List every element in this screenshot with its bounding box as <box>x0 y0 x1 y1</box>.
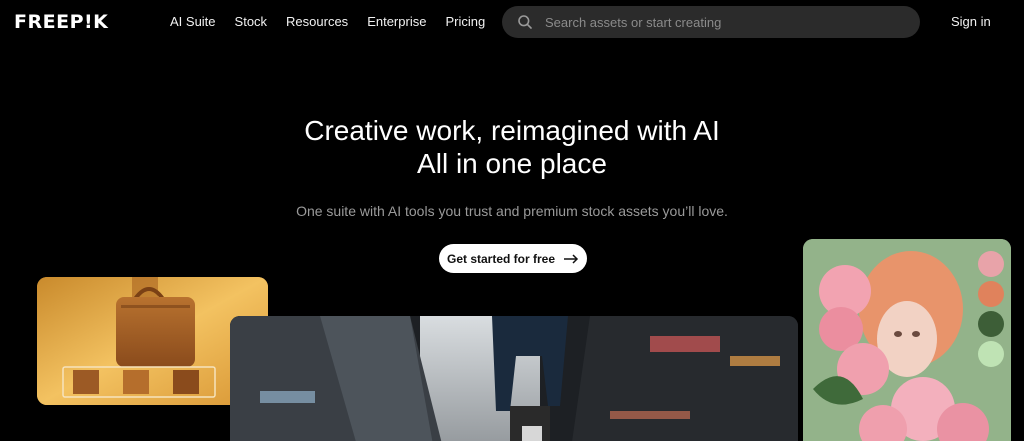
nav-item-ai-suite[interactable]: AI Suite <box>170 13 216 31</box>
nav-item-resources[interactable]: Resources <box>286 13 348 31</box>
hero-title-line-1: Creative work, reimagined with AI <box>304 115 720 146</box>
color-swatch-pink <box>978 251 1004 277</box>
get-started-label: Get started for free <box>446 251 556 266</box>
nav-item-stock[interactable]: Stock <box>235 13 268 31</box>
city-cyclist-illustration <box>230 316 798 441</box>
search-icon <box>517 14 533 30</box>
nav-item-pricing[interactable]: Pricing <box>445 13 485 31</box>
color-swatch-orange <box>978 281 1004 307</box>
color-swatch-dark-green <box>978 311 1004 337</box>
hero-title: Creative work, reimagined with AI All in… <box>0 114 1024 180</box>
freepik-logo[interactable]: FREEP!K <box>14 11 108 33</box>
nav-item-enterprise[interactable]: Enterprise <box>367 13 426 31</box>
top-nav: FREEP!K AI Suite Stock Resources Enterpr… <box>0 0 1024 44</box>
logo-text: FREEP!K <box>14 11 109 33</box>
flower-portrait-image-card[interactable] <box>803 239 1011 441</box>
cyclist-image-card[interactable] <box>230 316 798 441</box>
sign-in-link[interactable]: Sign in <box>951 13 991 31</box>
page: FREEP!K AI Suite Stock Resources Enterpr… <box>0 0 1024 441</box>
search-bar[interactable] <box>502 6 920 38</box>
hero-subtitle: One suite with AI tools you trust and pr… <box>296 203 728 219</box>
color-swatch-light-green <box>978 341 1004 367</box>
search-input[interactable] <box>545 14 920 30</box>
arrow-right-icon <box>563 253 579 264</box>
main-nav: AI Suite Stock Resources Enterprise Pric… <box>170 13 504 31</box>
get-started-button[interactable]: Get started for free <box>439 244 587 273</box>
hero-title-line-2: All in one place <box>417 148 607 179</box>
